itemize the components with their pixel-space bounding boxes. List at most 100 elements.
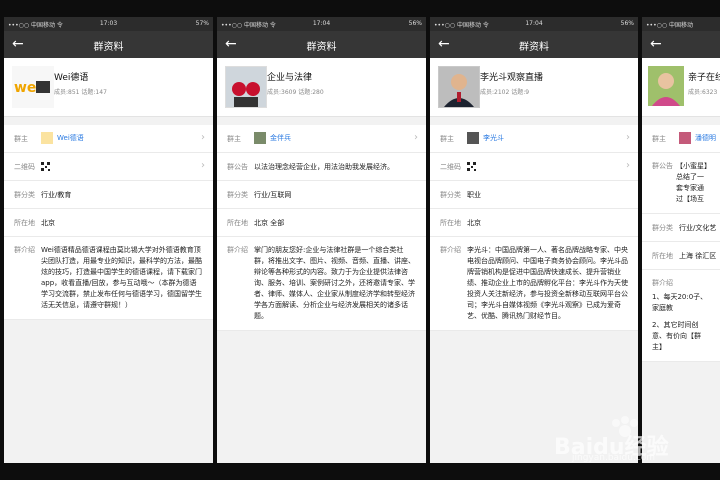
qrcode-icon: [467, 162, 476, 171]
intro-row: 群介绍 李光斗：中国品牌第一人、著名品牌战略专家、中央电视台品牌顾问、中国电子商…: [430, 237, 638, 331]
status-bar: •••○○ 中国移动 令 17:04 56%: [430, 17, 638, 31]
category-label: 群分类: [652, 224, 673, 232]
phone-screen-1: •••○○ 中国移动 令 17:03 57% ← 群资料 we Wei德语 成员…: [4, 17, 213, 463]
owner-avatar: [41, 132, 53, 144]
chevron-right-icon: ›: [626, 160, 630, 171]
location-value: 北京: [467, 219, 481, 227]
group-name: 李光斗观察直播: [480, 73, 544, 83]
chevron-right-icon: ›: [201, 160, 205, 171]
owner-row[interactable]: 群主 金伴兵 ›: [217, 125, 426, 153]
location-row: 所在地 上海 徐汇区: [642, 242, 720, 270]
status-bar: •••○○ 中国移动: [642, 17, 720, 31]
owner-row[interactable]: 群主 潘德明: [642, 125, 720, 153]
group-stats: 成员:3609 话题:280: [267, 87, 324, 96]
qrcode-label: 二维码: [14, 163, 35, 171]
group-avatar[interactable]: [225, 66, 267, 108]
notice-label: 群公告: [652, 162, 673, 170]
group-header: we Wei德语 成员:851 话题:147: [4, 58, 213, 117]
location-value: 北京: [41, 219, 55, 227]
category-label: 群分类: [440, 191, 461, 199]
watermark-url: jingyan.baidu.com: [572, 453, 656, 463]
location-value: 北京 全部: [254, 219, 285, 227]
battery-level: 56%: [408, 20, 422, 27]
intro-row: 群介绍 Wei德语精品德语课程由莫比锡大学对外德语教育顶尖团队打造，用最专业的知…: [4, 237, 213, 320]
battery-level: 56%: [620, 20, 634, 27]
owner-row[interactable]: 群主 Wei德语 ›: [4, 125, 213, 153]
group-header: 亲子在线 成员:6323: [642, 58, 720, 117]
qrcode-icon: [41, 162, 50, 171]
group-name: Wei德语: [54, 73, 89, 83]
phone-screen-2: •••○○ 中国移动 令 17:04 56% ← 群资料 企业与法律 成员:36…: [217, 17, 426, 463]
status-bar: •••○○ 中国移动 令 17:04 56%: [217, 17, 426, 31]
notice-value: 【小蜜星】总结了一套专家通过【场互动，把线】5月15: [676, 162, 708, 203]
clock: 17:04: [312, 20, 331, 27]
location-row: 所在地 北京: [4, 209, 213, 237]
intro-text: 掌门的朋友您好:企业与法律社群是一个综合类社群，将推出文字、图片、视频、音频、直…: [254, 246, 415, 320]
group-avatar[interactable]: [438, 66, 480, 108]
group-name: 亲子在线: [688, 73, 720, 83]
intro-line-1: 1、每天20:0子、家庭教: [652, 293, 708, 312]
location-label: 所在地: [440, 219, 461, 227]
nav-bar: ← 群资料: [4, 31, 213, 58]
intro-label: 群介绍: [440, 246, 461, 254]
qrcode-row[interactable]: 二维码 ›: [430, 153, 638, 181]
page-title: 群资料: [519, 42, 549, 53]
topic-count: 话题:280: [298, 89, 324, 96]
nav-bar: ←: [642, 31, 720, 58]
phone-screen-4: •••○○ 中国移动 ← 亲子在线 成员:6323 群主 潘德明 群公告 【小蜜…: [642, 17, 720, 463]
owner-row[interactable]: 群主 李光斗 ›: [430, 125, 638, 153]
phone-screen-3: •••○○ 中国移动 令 17:04 56% ← 群资料 李光斗观察直播 成员:…: [430, 17, 638, 463]
intro-row: 群介绍 掌门的朋友您好:企业与法律社群是一个综合类社群，将推出文字、图片、视频、…: [217, 237, 426, 331]
owner-label: 群主: [652, 135, 666, 143]
nav-bar: ← 群资料: [430, 31, 638, 58]
category-row: 群分类 行业/文化艺: [642, 214, 720, 242]
status-bar: •••○○ 中国移动 令 17:03 57%: [4, 17, 213, 31]
group-avatar[interactable]: [648, 66, 684, 106]
notice-value: 以法治理念经营企业，用法治助我发展经济。: [254, 163, 394, 171]
location-row: 所在地 北京: [430, 209, 638, 237]
group-name: 企业与法律: [267, 73, 313, 83]
notice-row: 群公告 以法治理念经营企业，用法治助我发展经济。: [217, 153, 426, 181]
qrcode-label: 二维码: [440, 163, 461, 171]
location-row: 所在地 北京 全部: [217, 209, 426, 237]
group-stats: 成员:851 话题:147: [54, 87, 107, 96]
category-value: 行业/教育: [41, 191, 72, 199]
intro-label: 群介绍: [227, 246, 248, 254]
group-header: 李光斗观察直播 成员:2102 话题:9: [430, 58, 638, 117]
intro-label: 群介绍: [14, 246, 35, 254]
owner-name: 潘德明: [695, 134, 716, 142]
group-avatar[interactable]: we: [12, 66, 54, 108]
intro-line-2: 2、其它时间创意、有价向【群主】: [652, 321, 701, 351]
member-count: 成员:2102: [480, 89, 510, 96]
group-photo-icon: [226, 67, 266, 107]
page-title: 群资料: [306, 42, 337, 53]
portrait-icon: [439, 67, 479, 107]
notice-row: 群公告 【小蜜星】总结了一套专家通过【场互动，把线】5月15: [642, 153, 720, 214]
owner-avatar: [679, 132, 691, 144]
location-value: 上海 徐汇区: [679, 252, 717, 260]
group-header: 企业与法律 成员:3609 话题:280: [217, 58, 426, 117]
category-row: 群分类 职业: [430, 181, 638, 209]
owner-avatar: [254, 132, 266, 144]
location-label: 所在地: [14, 219, 35, 227]
portrait-icon: [648, 66, 684, 106]
owner-name: Wei德语: [57, 134, 84, 142]
baidu-watermark: Baidu经验 jingyan.baidu.com: [548, 415, 698, 465]
location-label: 所在地: [227, 219, 248, 227]
location-label: 所在地: [652, 252, 673, 260]
owner-name: 金伴兵: [270, 134, 291, 142]
category-value: 职业: [467, 191, 481, 199]
chevron-right-icon: ›: [414, 132, 418, 143]
owner-name: 李光斗: [483, 134, 504, 142]
battery-level: 57%: [195, 20, 209, 27]
member-count: 成员:3609: [267, 89, 297, 96]
back-arrow-icon[interactable]: ←: [650, 36, 662, 52]
category-label: 群分类: [14, 191, 35, 199]
topic-count: 话题:9: [511, 89, 530, 96]
category-value: 行业/互联网: [254, 191, 292, 199]
notice-label: 群公告: [227, 163, 248, 171]
qrcode-row[interactable]: 二维码 ›: [4, 153, 213, 181]
chevron-right-icon: ›: [201, 132, 205, 143]
category-row: 群分类 行业/互联网: [217, 181, 426, 209]
chevron-right-icon: ›: [626, 132, 630, 143]
